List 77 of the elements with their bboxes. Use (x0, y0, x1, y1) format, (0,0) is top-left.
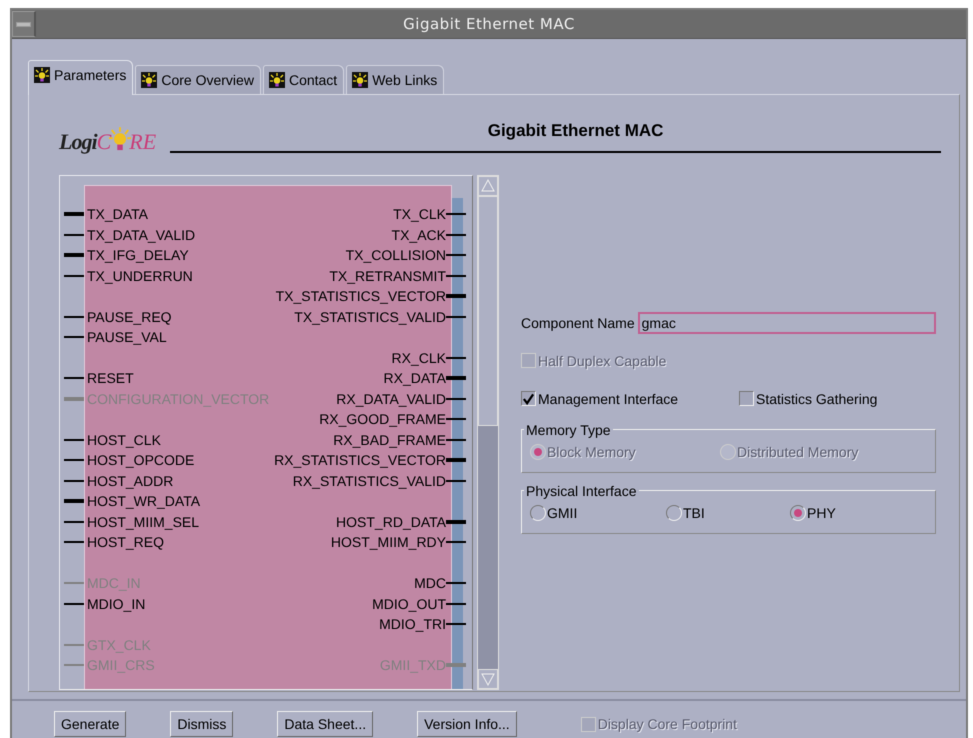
pin-label: TX_DATA_VALID (87, 226, 196, 244)
pin-label: RX_DATA (384, 369, 446, 388)
pin-label: MDIO_OUT (372, 594, 446, 613)
pin-label: TX_ACK (392, 226, 446, 244)
checkbox[interactable] (521, 391, 536, 406)
lightbulb-icon (34, 67, 50, 83)
tab[interactable]: Parameters (28, 60, 134, 95)
pin-label: RX_STATISTICS_VALID (292, 472, 446, 490)
pin-label: HOST_MIIM_RDY (330, 533, 446, 552)
pin-label: TX_STATISTICS_VALID (294, 308, 446, 326)
lightbulb-icon (141, 72, 158, 88)
radio-label: Block Memory (547, 444, 636, 460)
radio-button[interactable] (530, 504, 546, 520)
pin-label: CONFIGURATION_VECTOR (87, 390, 270, 408)
pin-label: MDIO_TRI (379, 615, 446, 634)
tab[interactable]: Web Links (346, 65, 444, 94)
dialog-button[interactable]: Dismiss (170, 711, 234, 737)
radio-label: TBI (683, 504, 705, 520)
pin-label: HOST_ADDR (87, 472, 174, 490)
core-title: Gigabit Ethernet MAC (488, 121, 664, 141)
pin-label: HOST_WR_DATA (87, 492, 200, 510)
pin-label: HOST_REQ (87, 533, 164, 552)
pin-label: TX_COLLISION (346, 246, 446, 264)
radio-label: Distributed Memory (737, 444, 858, 460)
pin-label: TX_CLK (393, 205, 446, 224)
lightbulb-icon (352, 72, 368, 88)
pin-label: HOST_OPCODE (87, 451, 194, 470)
checkbox[interactable] (739, 391, 754, 406)
pin-label: RESET (87, 369, 134, 388)
pin-label: GMII_CRS (87, 656, 155, 674)
checkbox-label: Management Interface (538, 390, 678, 406)
tab[interactable]: Contact (262, 65, 344, 94)
field-label: Component Name (521, 314, 635, 330)
logo-text: C (96, 129, 112, 155)
lightbulb-icon (268, 72, 285, 88)
pin-label: PAUSE_VAL (87, 328, 167, 346)
logo-text: Logi (59, 129, 97, 155)
window-menu-button[interactable] (12, 11, 36, 37)
pin-label: HOST_MIIM_SEL (87, 512, 200, 531)
component-name-field[interactable]: gmac (638, 312, 936, 334)
window-title: Gigabit Ethernet MAC (403, 15, 575, 33)
radio-button[interactable] (790, 504, 806, 520)
checkbox-label: Display Core Footprint (598, 716, 737, 732)
pin-label: MDC_IN (87, 574, 141, 592)
scrollbar[interactable] (477, 175, 499, 690)
pin-label: MDC (414, 574, 446, 592)
radio-label: GMII (547, 504, 578, 520)
logo-text: RE (129, 129, 156, 155)
pin-label: TX_RETRANSMIT (329, 266, 446, 285)
scroll-down-button[interactable] (478, 669, 498, 689)
pin-label: TX_IFG_DELAY (87, 246, 189, 264)
dialog-button[interactable]: Version Info... (417, 711, 517, 737)
radio-button[interactable] (666, 504, 682, 520)
checkbox-label: Half Duplex Capable (538, 352, 666, 368)
checkbox-label: Statistics Gathering (756, 390, 878, 406)
pin-label: TX_DATA (87, 205, 148, 224)
pin-label: RX_STATISTICS_VECTOR (274, 451, 446, 470)
pin-label: GMII_TXD (380, 656, 446, 674)
pin-label: RX_BAD_FRAME (333, 430, 446, 449)
pin-label: TX_UNDERRUN (87, 266, 193, 285)
pin-label: TX_STATISTICS_VECTOR (276, 287, 446, 306)
pin-label: MDIO_IN (87, 594, 146, 613)
radio-label: PHY (807, 504, 836, 520)
dialog-button[interactable]: Data Sheet... (277, 711, 374, 737)
pin-label: PAUSE_REQ (87, 308, 172, 326)
scrollbar-thumb[interactable] (478, 196, 498, 426)
pin-label: GTX_CLK (87, 636, 151, 654)
pin-label: HOST_CLK (87, 430, 161, 449)
dialog-button[interactable]: Generate (54, 711, 126, 737)
tab[interactable]: Core Overview (135, 65, 261, 94)
pin-label: HOST_RD_DATA (336, 512, 446, 531)
pin-label: RX_GOOD_FRAME (319, 410, 446, 428)
pin-label: RX_CLK (392, 348, 446, 367)
scroll-up-button[interactable] (478, 176, 498, 196)
pin-label: RX_DATA_VALID (336, 390, 446, 408)
group-title: Physical Interface (525, 482, 638, 498)
group-title: Memory Type (525, 422, 612, 438)
